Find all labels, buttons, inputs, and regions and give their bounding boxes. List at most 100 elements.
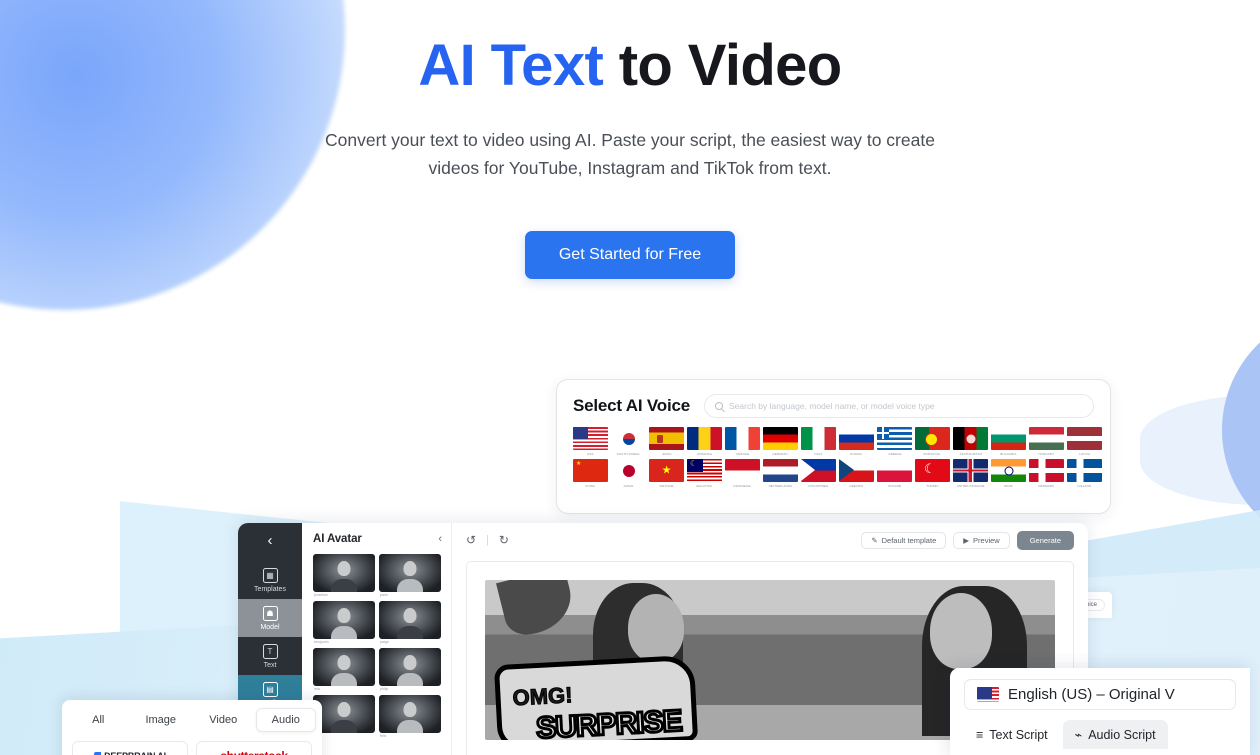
flag-label: NETHERLANDS [768,484,793,488]
avatar-name: sofia [314,734,375,738]
flag-label: AFGHANISTAN [959,452,982,456]
flag-item-dk[interactable]: DENMARK [1029,459,1064,488]
flag-item-ro[interactable]: ROMANIA [687,427,722,456]
avatar-item[interactable]: sofia [313,695,375,738]
flag-label: ITALY [814,452,823,456]
flag-item-lv[interactable]: LATVIA [1067,427,1102,456]
ai-avatar-panel-title: AI Avatar [313,533,362,545]
flag-item-in[interactable]: INDIA [991,459,1026,488]
flag-item-id[interactable]: INDONESIA [725,459,760,488]
flag-item-jp[interactable]: JAPAN [611,459,646,488]
redo-icon[interactable]: ↻ [499,533,509,547]
avatar-item[interactable]: paige [379,601,441,644]
flag-row: USA SOUTH KOREA SPAIN ROMANIA FRANCE GERMANY I… [573,427,1102,456]
deepbrain-logo-icon [94,751,102,755]
flag-item-pl[interactable]: POLAND [877,459,912,488]
flag-item-cz[interactable]: CZECHIA [839,459,874,488]
still-face-right [930,592,993,669]
rail-item-templates[interactable]: ▦ Templates [238,561,302,599]
flag-item-pt[interactable]: PORTUGAL [915,427,950,456]
voice-search-input[interactable]: Search by language, model name, or model… [704,394,1094,418]
media-brand-list: DEEPBRAIN AI shutterstock [62,732,322,755]
bg-flag-icon [991,427,1026,450]
flag-label: HUNGARY [1038,452,1055,456]
flag-item-usa[interactable]: USA [573,427,608,456]
brand-deepbrain-ai[interactable]: DEEPBRAIN AI [72,741,188,755]
flag-item-uk[interactable]: UNITED KINGDOM [953,459,988,488]
lv-flag-icon [1067,427,1102,450]
toolbar-divider: | [486,534,489,546]
script-tab-text-script[interactable]: ≡ Text Script [964,720,1060,749]
avatar-item[interactable]: philip [379,648,441,691]
flag-item-fr[interactable]: FRANCE [725,427,760,456]
flag-item-tr[interactable]: TURKEY [915,459,950,488]
search-icon [715,402,723,410]
rail-item-label: Text [263,662,277,669]
hero-subtitle: Convert your text to video using AI. Pas… [325,129,935,178]
undo-icon[interactable]: ↺ [466,533,476,547]
flag-item-my[interactable]: MALAYSIA [687,459,722,488]
flag-item-es[interactable]: SPAIN [649,427,684,456]
nl-flag-icon [763,459,798,482]
voice-select-value: English (US) – Original V [1008,686,1175,703]
generate-button[interactable]: Generate [1016,530,1074,550]
flag-label: ICELAND [1077,484,1092,488]
get-started-button[interactable]: Get Started for Free [524,231,736,280]
brand-shutterstock[interactable]: shutterstock [196,741,312,755]
toolbar-actions: ✎ Default template ▶ Preview Generate [861,530,1074,550]
select-ai-voice-card: Select AI Voice Search by language, mode… [556,379,1111,514]
flag-label: INDIA [1004,484,1013,488]
avatar-item[interactable]: benjamin [313,601,375,644]
avatar-thumbnail [313,648,375,686]
still-arm [496,580,579,640]
flag-item-af[interactable]: AFGHANISTAN [953,427,988,456]
media-tab-audio[interactable]: Audio [255,708,316,732]
rail-back-button[interactable]: ‹ [268,532,273,549]
avatar-item[interactable]: mia [313,648,375,691]
flag-label: UNITED KINGDOM [956,484,985,488]
avatar-name: mia [314,687,320,691]
preview-button[interactable]: ▶ Preview [953,531,1010,549]
default-template-button[interactable]: ✎ Default template [861,531,947,549]
media-tab-video[interactable]: Video [193,708,254,732]
flag-label: POLAND [888,484,901,488]
flag-item-it[interactable]: ITALY [801,427,836,456]
flag-item-ph[interactable]: PHILIPPINES [801,459,836,488]
avatar-item[interactable]: paris [379,554,441,597]
script-tab-label: Text Script [989,727,1048,742]
flag-item-de[interactable]: GERMANY [763,427,798,456]
flag-item-gr[interactable]: GREECE [877,427,912,456]
pencil-icon: ✎ [871,535,878,545]
script-tab-audio-script[interactable]: ⌁ Audio Script [1062,720,1168,749]
rail-item-list: ▦Templates☗ModelTText▤Media [238,561,302,713]
flag-item-hu[interactable]: HUNGARY [1029,427,1064,456]
flag-item-kr[interactable]: SOUTH KOREA [611,427,646,456]
flag-item-bg[interactable]: BULGARIA [991,427,1026,456]
avatar-thumbnail [313,554,375,592]
flag-item-nl[interactable]: NETHERLANDS [763,459,798,488]
flag-label: VIETNAM [659,484,674,488]
rail-item-text[interactable]: T Text [238,637,302,675]
flag-item-is[interactable]: ICELAND [1067,459,1102,488]
flag-label: ROMANIA [697,452,712,456]
media-tab-image[interactable]: Image [131,708,192,732]
avatar-item[interactable]: jonathan [313,554,375,597]
flag-item-vn[interactable]: VIETNAM [649,459,684,488]
avatar-name: jonathan [314,593,328,597]
tr-flag-icon [915,459,950,482]
avatar-name: paris [380,593,388,597]
kr-flag-icon [611,427,646,450]
uk-flag-icon [953,459,988,482]
avatar-thumbnail [313,695,375,733]
flag-label: RUSSIA [850,452,863,456]
voice-select-dropdown[interactable]: English (US) – Original V [964,679,1236,710]
flag-item-ru[interactable]: RUSSIA [839,427,874,456]
rail-item-model[interactable]: ☗ Model [238,599,302,637]
avatar-thumbnail [379,648,441,686]
usa-flag-icon [977,687,999,702]
media-tab-all[interactable]: All [68,708,129,732]
chevron-left-icon[interactable]: ‹ [438,533,442,545]
flag-item-cn[interactable]: CHINA [573,459,608,488]
templates-icon: ▦ [262,568,278,583]
avatar-item[interactable]: felix [379,695,441,738]
